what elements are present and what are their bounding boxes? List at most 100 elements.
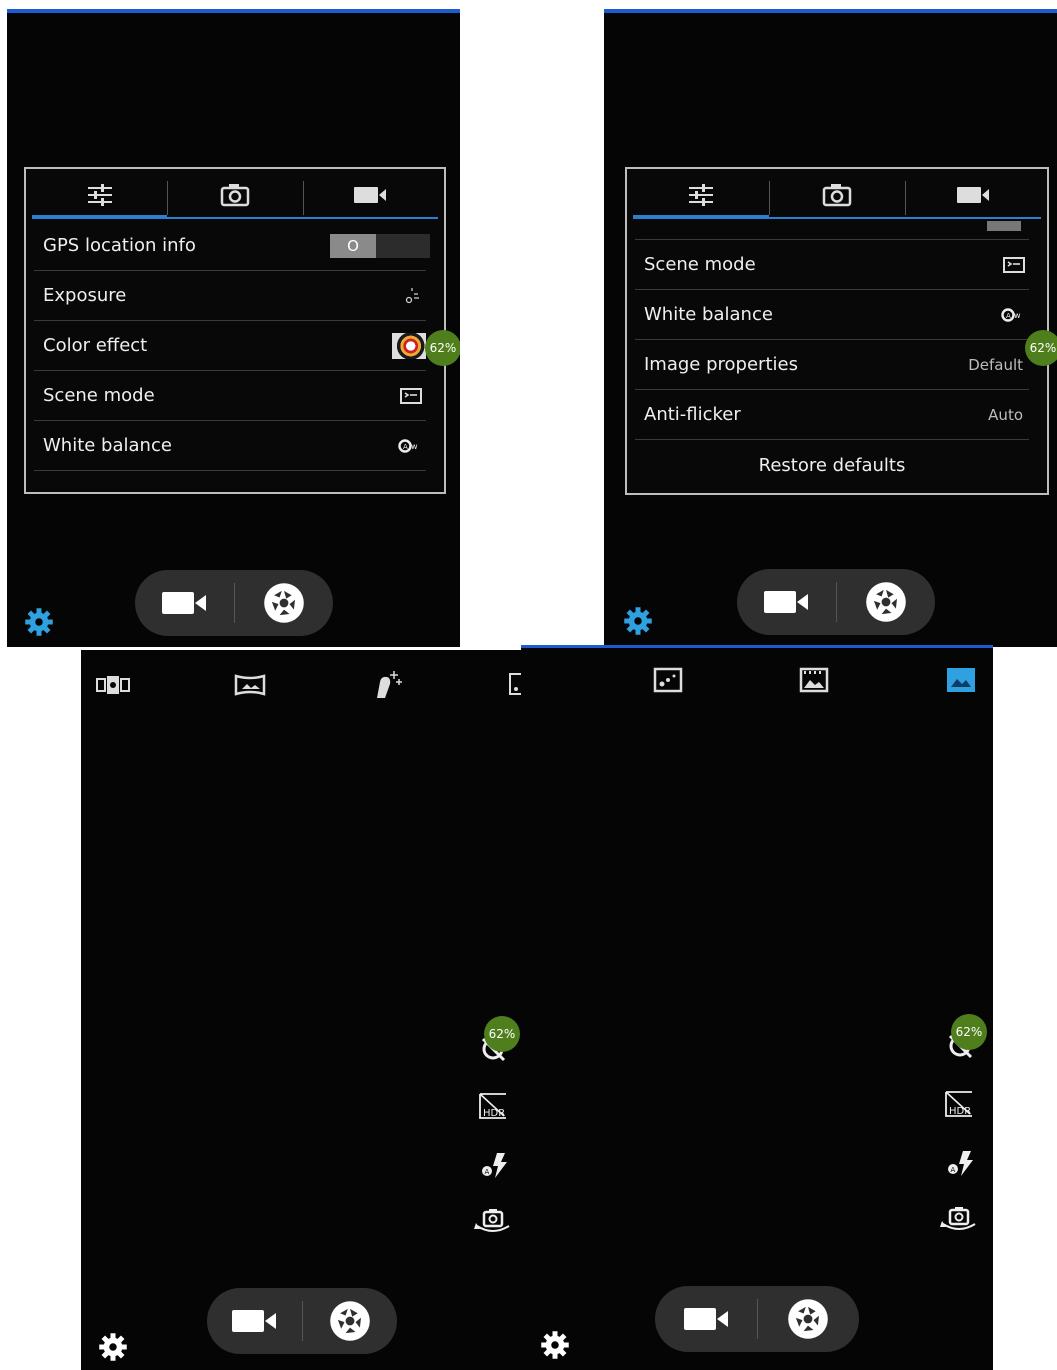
shutter-button[interactable] — [235, 570, 334, 636]
capture-controls — [207, 1288, 397, 1354]
tab-photo-settings[interactable] — [769, 173, 905, 217]
setting-row-white-balance[interactable]: White balance — [635, 290, 1029, 340]
tab-general-settings[interactable] — [32, 173, 168, 219]
video-camera-icon — [353, 185, 387, 205]
toggle-knob: O — [330, 233, 376, 258]
motion-track-icon[interactable] — [653, 667, 683, 693]
video-record-icon — [231, 1307, 277, 1335]
switch-camera-icon[interactable] — [474, 1208, 512, 1236]
setting-label: Image properties — [644, 354, 798, 375]
setting-row-scene-mode[interactable]: Scene mode — [635, 240, 1029, 290]
tab-video-settings[interactable] — [905, 173, 1041, 217]
setting-row-gps[interactable]: GPS location info O — [34, 221, 430, 271]
setting-value: Default — [968, 355, 1023, 374]
setting-label: Exposure — [43, 285, 127, 306]
setting-row-scene-mode[interactable]: Scene mode — [34, 371, 426, 421]
auto-white-balance-icon — [1001, 308, 1025, 322]
video-record-icon — [683, 1305, 729, 1333]
tab-photo-settings[interactable] — [167, 173, 302, 217]
capture-controls — [135, 570, 333, 636]
settings-sliders-icon — [687, 183, 715, 207]
camera-viewfinder-screen-4: 62% — [521, 645, 993, 1370]
live-photo-icon[interactable] — [508, 668, 521, 698]
setting-label: Anti-flicker — [644, 404, 741, 425]
video-record-icon — [161, 589, 207, 617]
flash-auto-icon[interactable] — [945, 1149, 975, 1177]
flash-auto-icon[interactable] — [479, 1151, 509, 1179]
camera-icon — [220, 183, 250, 207]
camera-settings-screen-1: GPS location info O Exposure Color effec… — [7, 9, 460, 647]
video-record-button[interactable] — [135, 570, 234, 636]
setting-row-image-properties[interactable]: Image properties Default — [635, 340, 1029, 390]
shutter-button[interactable] — [758, 1286, 860, 1352]
setting-label: Scene mode — [43, 385, 155, 406]
shutter-button[interactable] — [303, 1288, 398, 1354]
video-record-button[interactable] — [655, 1286, 757, 1352]
tab-video-settings[interactable] — [302, 173, 438, 217]
color-effect-thumbnail — [987, 221, 1021, 231]
shutter-icon — [262, 581, 306, 625]
battery-badge: 62% — [1025, 330, 1057, 366]
status-line — [604, 9, 1057, 13]
settings-gear-icon[interactable] — [540, 1330, 570, 1360]
settings-gear-icon[interactable] — [24, 607, 54, 637]
settings-gear-icon[interactable] — [623, 606, 653, 636]
setting-row-white-balance[interactable]: White balance — [34, 421, 426, 471]
smile-shot-icon[interactable] — [799, 667, 829, 693]
hdr-off-icon[interactable] — [476, 1092, 510, 1120]
status-line — [7, 9, 460, 13]
capture-controls — [737, 569, 935, 635]
settings-sliders-icon — [86, 183, 114, 207]
shutter-button[interactable] — [837, 569, 936, 635]
settings-gear-icon[interactable] — [98, 1332, 128, 1362]
setting-row-color-effect[interactable]: Color effect — [34, 321, 426, 371]
settings-list: GPS location info O Exposure Color effec… — [34, 221, 430, 471]
setting-label: White balance — [644, 304, 773, 325]
exposure-icon — [402, 286, 422, 306]
restore-defaults-label: Restore defaults — [758, 454, 906, 476]
face-beauty-icon[interactable] — [371, 668, 403, 700]
status-line — [521, 645, 993, 648]
mode-bar — [81, 668, 521, 704]
battery-badge: 62% — [951, 1014, 987, 1050]
video-camera-icon — [956, 185, 990, 205]
setting-label: White balance — [43, 435, 172, 456]
setting-label: GPS location info — [43, 235, 196, 256]
normal-photo-icon[interactable] — [946, 667, 976, 693]
settings-panel: Scene mode White balance Image propertie… — [625, 167, 1049, 495]
settings-panel: GPS location info O Exposure Color effec… — [24, 167, 446, 494]
setting-row-anti-flicker[interactable]: Anti-flicker Auto — [635, 390, 1029, 440]
capture-controls — [655, 1286, 859, 1352]
camera-settings-screen-2: Scene mode White balance Image propertie… — [604, 9, 1057, 647]
camera-icon — [822, 183, 852, 207]
shutter-icon — [786, 1297, 830, 1341]
tab-general-settings[interactable] — [633, 173, 769, 219]
shutter-icon — [864, 580, 908, 624]
setting-label: Color effect — [43, 335, 148, 356]
color-effect-thumbnail — [392, 332, 426, 359]
mode-bar — [521, 667, 993, 703]
settings-tabs — [633, 173, 1041, 219]
setting-label: Scene mode — [644, 254, 756, 275]
settings-list: Scene mode White balance Image propertie… — [635, 240, 1029, 490]
shutter-icon — [328, 1299, 372, 1343]
battery-badge: 62% — [484, 1016, 520, 1052]
video-record-button[interactable] — [737, 569, 836, 635]
hdr-off-icon[interactable] — [942, 1090, 976, 1118]
scene-mode-icon — [400, 388, 422, 404]
video-record-button[interactable] — [207, 1288, 302, 1354]
panorama-icon[interactable] — [234, 673, 266, 697]
battery-badge: 62% — [425, 330, 460, 366]
restore-defaults-button[interactable]: Restore defaults — [635, 440, 1029, 490]
scene-mode-icon — [1003, 257, 1025, 273]
multi-angle-view-icon[interactable] — [96, 674, 130, 696]
switch-camera-icon[interactable] — [940, 1206, 978, 1234]
gps-toggle[interactable]: O — [330, 233, 430, 258]
scrolled-row-remnant — [635, 221, 1029, 240]
setting-row-exposure[interactable]: Exposure — [34, 271, 426, 321]
auto-white-balance-icon — [398, 439, 422, 453]
video-record-icon — [763, 588, 809, 616]
settings-tabs — [32, 173, 438, 219]
setting-value: Auto — [988, 405, 1023, 424]
camera-viewfinder-screen-3: 62% — [81, 650, 521, 1370]
